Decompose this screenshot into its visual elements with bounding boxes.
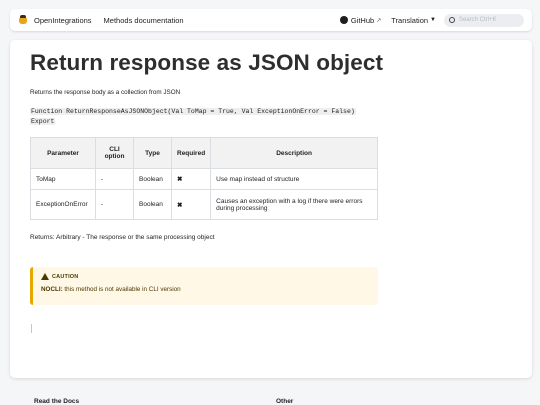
search-placeholder: Search Ctrl+K <box>459 17 497 23</box>
cell-parameter: ExceptionOnError <box>30 189 96 220</box>
caution-admonition: CAUTION NOCLI: this method is not availa… <box>30 267 378 305</box>
caution-text: this method is not available in CLI vers… <box>62 286 181 293</box>
th-parameter: Parameter <box>30 137 96 169</box>
th-type: Type <box>133 137 172 169</box>
github-label: GitHub <box>350 15 375 25</box>
footer-title-other: Other <box>276 398 294 405</box>
page-description: Returns the response body as a collectio… <box>30 89 181 96</box>
nav-methods-documentation[interactable]: Methods documentation <box>104 16 184 25</box>
table-row: ExceptionOnError - Boolean ✖ Causes an e… <box>30 189 378 220</box>
cell-required: ✖ <box>170 189 212 220</box>
cell-cli-option: - <box>95 189 134 220</box>
search-icon <box>449 17 455 23</box>
table-header-row: Parameter CLI option Type Required Descr… <box>30 137 378 169</box>
main-content: Return response as JSON object Returns t… <box>10 40 532 378</box>
warning-icon <box>41 273 49 280</box>
cell-description: Causes an exception with a log if there … <box>210 189 378 220</box>
code-line-1: Function ReturnResponseAsJSONObject(Val … <box>30 108 356 115</box>
github-link[interactable]: GitHub ↗ <box>339 15 382 25</box>
navbar: OpenIntegrations Methods documentation G… <box>10 9 532 31</box>
returns-text: Returns: Arbitrary - The response or the… <box>30 234 215 241</box>
cell-type: Boolean <box>133 168 172 190</box>
cell-cli-option: - <box>95 168 134 190</box>
cell-type: Boolean <box>133 189 172 220</box>
external-link-icon: ↗ <box>376 17 382 24</box>
brand-link[interactable]: OpenIntegrations <box>34 16 92 25</box>
caution-header: CAUTION <box>41 273 370 280</box>
translation-dropdown[interactable]: Translation ▼ <box>391 16 436 25</box>
translation-label: Translation <box>391 15 429 25</box>
caution-body: NOCLI: this method is not available in C… <box>41 286 370 293</box>
search-input[interactable]: Search Ctrl+K <box>444 13 524 27</box>
table-row: ToMap - Boolean ✖ Use map instead of str… <box>30 168 378 190</box>
caution-title: CAUTION <box>52 273 79 280</box>
cell-required: ✖ <box>170 168 212 190</box>
parameters-table: Parameter CLI option Type Required Descr… <box>30 137 378 220</box>
github-icon <box>339 16 348 24</box>
chevron-down-icon: ▼ <box>430 17 436 23</box>
code-line-2: Export <box>30 118 56 125</box>
footer-title-docs: Read the Docs <box>34 398 80 405</box>
th-required: Required <box>170 137 212 169</box>
page-title: Return response as JSON object <box>30 50 384 75</box>
logo-icon[interactable] <box>18 15 28 25</box>
cell-parameter: ToMap <box>30 168 96 190</box>
function-signature: Function ReturnResponseAsJSONObject(Val … <box>30 107 360 127</box>
caution-label: NOCLI: <box>41 286 63 293</box>
text-cursor <box>31 324 32 333</box>
cell-description: Use map instead of structure <box>210 168 378 190</box>
th-cli-option: CLI option <box>95 137 134 169</box>
th-description: Description <box>210 137 378 169</box>
